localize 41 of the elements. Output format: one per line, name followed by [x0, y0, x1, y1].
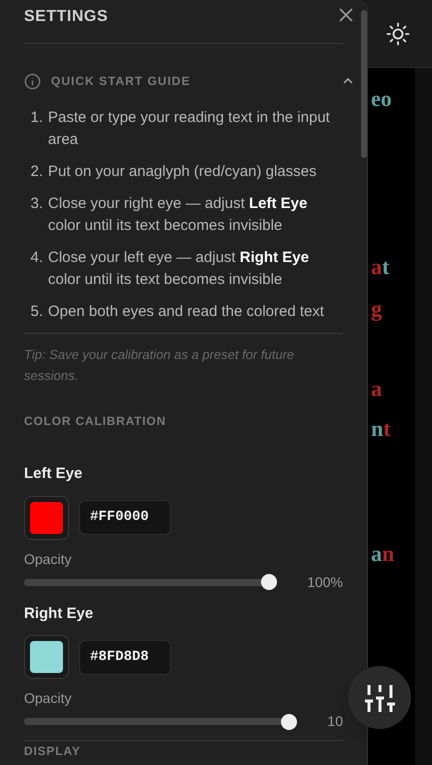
opacity-label: Opacity	[24, 550, 72, 569]
step-number: 1.	[29, 108, 44, 128]
reading-text: a	[371, 375, 382, 403]
reading-text: at	[371, 253, 390, 281]
step-number: 2.	[29, 162, 44, 182]
color-swatch[interactable]	[24, 496, 69, 540]
step-number: 3.	[29, 194, 44, 214]
sun-icon[interactable]	[386, 22, 410, 46]
step-number: 5.	[29, 302, 44, 322]
color-swatch[interactable]	[24, 635, 69, 679]
eye-label: Left Eye	[24, 464, 84, 484]
step-text: Close your right eye — adjust Left Eye color until its text becomes invisible	[48, 194, 308, 236]
opacity-slider[interactable]	[24, 714, 298, 730]
reading-text: nt	[371, 415, 391, 443]
opacity-slider[interactable]	[24, 574, 278, 590]
step-number: 4.	[29, 248, 44, 268]
opacity-value: 10	[327, 712, 343, 731]
panel-title: SETTINGS	[24, 7, 108, 27]
reading-text: g	[371, 295, 382, 323]
chevron-up-icon[interactable]	[343, 77, 353, 85]
step-text: Put on your anaglyph (red/cyan) glasses	[48, 162, 316, 182]
opacity-label: Opacity	[24, 689, 72, 708]
hex-input[interactable]: #8FD8D8	[79, 640, 171, 674]
step-text: Close your left eye — adjust Right Eye color until its text becomes invisible	[48, 248, 310, 290]
eye-label: Right Eye	[24, 604, 94, 624]
scrollbar-thumb[interactable]	[361, 10, 367, 158]
close-icon[interactable]	[339, 8, 353, 22]
hex-input[interactable]: #FF0000	[79, 500, 171, 535]
section-title: COLOR CALIBRATION	[24, 413, 168, 430]
slider-thumb[interactable]	[281, 714, 298, 730]
info-icon	[24, 72, 41, 90]
sliders-icon	[364, 682, 396, 712]
tip-text: Tip: Save your calibration as a preset for future sessions.	[24, 346, 296, 385]
slider-thumb[interactable]	[261, 574, 278, 590]
guide-title[interactable]: QUICK START GUIDE	[51, 72, 190, 90]
opacity-value: 100%	[307, 572, 343, 592]
step-text: Paste or type your reading text in the input area	[48, 108, 331, 150]
reading-text: eo	[371, 85, 392, 113]
section-title: DISPLAY	[24, 745, 82, 757]
reading-text: an	[371, 540, 394, 568]
step-text: Open both eyes and read the colored text	[48, 302, 324, 322]
